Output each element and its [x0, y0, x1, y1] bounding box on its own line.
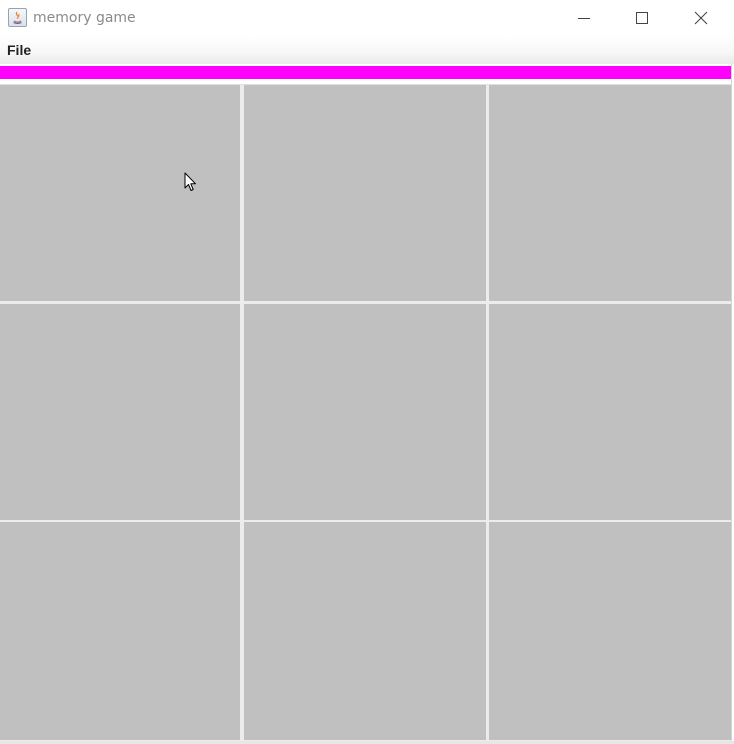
- memory-card[interactable]: [489, 304, 731, 520]
- title-bar[interactable]: memory game: [0, 0, 734, 36]
- timer-progress-bar: [0, 66, 731, 79]
- close-icon: [694, 11, 708, 25]
- memory-card[interactable]: [0, 304, 240, 520]
- menu-bar: File: [0, 36, 734, 64]
- menu-file[interactable]: File: [6, 41, 32, 59]
- window-title: memory game: [33, 10, 136, 26]
- maximize-button[interactable]: [613, 0, 671, 36]
- app-window: memory game File: [0, 0, 734, 744]
- card-grid: [0, 84, 731, 742]
- memory-card[interactable]: [244, 85, 486, 301]
- memory-card[interactable]: [0, 522, 240, 740]
- java-app-icon[interactable]: [8, 8, 27, 27]
- minimize-icon: [578, 18, 590, 19]
- minimize-button[interactable]: [555, 0, 613, 36]
- memory-card[interactable]: [489, 522, 731, 740]
- memory-card[interactable]: [489, 85, 731, 301]
- memory-card[interactable]: [244, 304, 486, 520]
- maximize-icon: [636, 12, 648, 24]
- timer-strip: [0, 64, 734, 84]
- memory-card[interactable]: [0, 85, 240, 301]
- close-button[interactable]: [672, 0, 730, 36]
- memory-card[interactable]: [244, 522, 486, 740]
- mouse-cursor-icon: [184, 172, 196, 191]
